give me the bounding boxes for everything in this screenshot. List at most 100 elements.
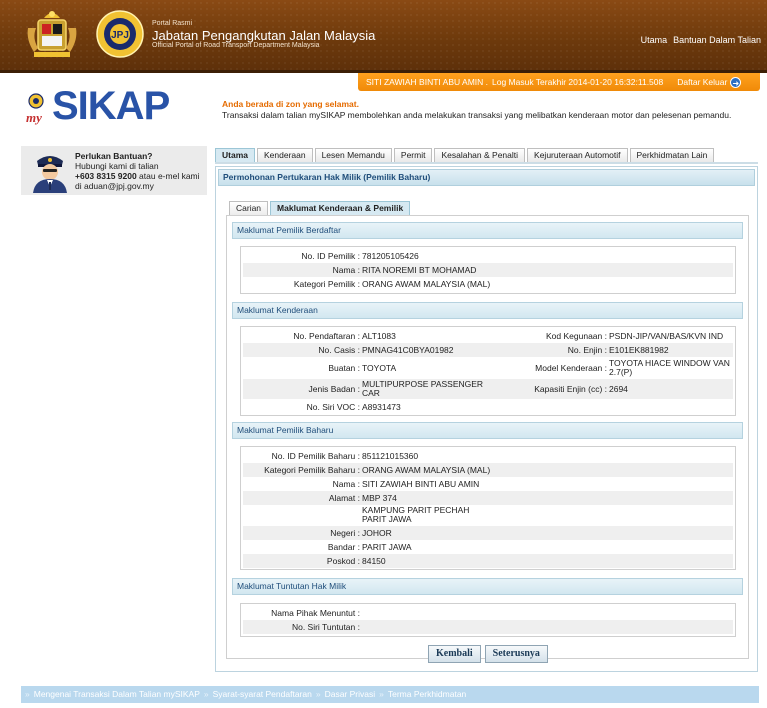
field-value: PARIT JAWA xyxy=(362,542,412,552)
field-label: Negeri : xyxy=(330,528,360,538)
nav-utama-link[interactable]: Utama xyxy=(641,35,668,45)
section-header-pemilik-baharu: Maklumat Pemilik Baharu xyxy=(232,422,743,439)
field-label: No. ID Pemilik Baharu : xyxy=(271,451,360,461)
logout-button[interactable]: Daftar Keluar ➜ xyxy=(677,76,742,88)
action-buttons: Kembali Seterusnya xyxy=(428,645,548,663)
mysikap-logo[interactable]: my SIKAP xyxy=(22,84,197,134)
help-line1: Hubungi kami di talian xyxy=(75,161,159,171)
field-value: SITI ZAWIAH BINTI ABU AMIN xyxy=(362,479,480,489)
field-label: Poskod : xyxy=(326,556,360,566)
sub-tabs: Carian Maklumat Kenderaan & Pemilik xyxy=(229,201,412,215)
field-label: No. Siri Tuntutan : xyxy=(291,622,360,632)
nav-bantuan-link[interactable]: Bantuan Dalam Talian xyxy=(673,35,761,45)
portal-title: Jabatan Pengangkutan Jalan Malaysia xyxy=(152,28,376,43)
last-login-text: Log Masuk Terakhir 2014-01-20 16:32:11.5… xyxy=(492,77,664,87)
field-label: No. Pendaftaran : xyxy=(293,331,360,341)
logout-label: Daftar Keluar xyxy=(677,77,728,87)
help-title: Perlukan Bantuan? xyxy=(75,151,153,161)
info-row: No. Pendaftaran : ALT1083 Kod Kegunaan :… xyxy=(243,329,733,343)
info-row: Poskod : 84150 xyxy=(243,554,733,568)
next-button[interactable]: Seterusnya xyxy=(484,645,548,663)
field-label: No. Siri VOC : xyxy=(306,402,360,412)
site-header: JPJ Portal Rasmi Jabatan Pengangkutan Ja… xyxy=(0,0,767,70)
info-row: No. ID Pemilik Baharu : 851121015360 xyxy=(243,449,733,463)
tab-utama[interactable]: Utama xyxy=(215,148,255,162)
footer-link-privasi[interactable]: Dasar Privasi xyxy=(325,686,376,703)
section-body-pemilik-berdaftar: No. ID Pemilik : 781205105426 Nama : RIT… xyxy=(240,246,736,294)
help-phone: +603 8315 9200 xyxy=(75,171,137,181)
field-value: MULTIPURPOSE PASSENGER CAR xyxy=(362,379,484,398)
field-value: 2694 xyxy=(609,384,628,394)
field-label: Nama : xyxy=(332,265,360,275)
info-row: Kategori Pemilik : ORANG AWAM MALAYSIA (… xyxy=(243,277,733,291)
tab-kenderaan[interactable]: Kenderaan xyxy=(256,148,313,162)
info-row: KAMPUNG PARIT PECHAH PARIT JAWA xyxy=(243,505,733,525)
field-label: Nama : xyxy=(332,479,360,489)
svg-text:JPJ: JPJ xyxy=(111,30,129,41)
info-row: Nama : RITA NOREMI BT MOHAMAD xyxy=(243,263,733,277)
section-body-pemilik-baharu: No. ID Pemilik Baharu : 851121015360 Kat… xyxy=(240,446,736,570)
subtab-maklumat-kenderaan-pemilik[interactable]: Maklumat Kenderaan & Pemilik xyxy=(270,201,411,215)
login-bar: SITI ZAWIAH BINTI ABU AMIN . Log Masuk T… xyxy=(358,73,760,91)
help-text: Perlukan Bantuan? Hubungi kami di talian… xyxy=(75,151,200,191)
field-value: RITA NOREMI BT MOHAMAD xyxy=(362,265,477,275)
field-value: 851121015360 xyxy=(362,451,419,461)
bullet-icon: » xyxy=(315,689,321,699)
field-label: Model Kenderaan : xyxy=(535,363,607,373)
field-label: No. Casis : xyxy=(318,345,360,355)
field-value: PSDN-JIP/VAN/BAS/KVN IND xyxy=(609,331,724,341)
field-label: Kod Kegunaan : xyxy=(546,331,607,341)
main-panel: Permohonan Pertukaran Hak Milik (Pemilik… xyxy=(215,166,758,672)
portal-subtitle: Official Portal of Road Transport Depart… xyxy=(152,42,320,49)
field-value: PMNAG41C0BYA01982 xyxy=(362,345,454,355)
user-name: SITI ZAWIAH BINTI ABU AMIN . xyxy=(366,77,489,87)
tab-kejuruteraan-automotif[interactable]: Kejuruteraan Automotif xyxy=(527,148,628,162)
field-value: 84150 xyxy=(362,556,386,566)
field-label: No. ID Pemilik : xyxy=(301,251,360,261)
footer-link-terma[interactable]: Terma Perkhidmatan xyxy=(388,686,466,703)
footer-links: » Mengenai Transaksi Dalam Talian mySIKA… xyxy=(21,686,759,703)
section-body-kenderaan: No. Pendaftaran : ALT1083 Kod Kegunaan :… xyxy=(240,326,736,416)
tab-perkhidmatan-lain[interactable]: Perkhidmatan Lain xyxy=(629,148,715,162)
jpj-badge-icon xyxy=(28,93,44,109)
top-nav: Utama Bantuan Dalam Talian xyxy=(641,35,761,45)
main-tabs: Utama Kenderaan Lesen Memandu Permit Kes… xyxy=(215,148,716,162)
info-row: Nama : SITI ZAWIAH BINTI ABU AMIN xyxy=(243,477,733,491)
footer-link-syarat[interactable]: Syarat-syarat Pendaftaran xyxy=(213,686,312,703)
field-label: No. Enjin : xyxy=(567,345,607,355)
section-body-tuntutan: Nama Pihak Menuntut : No. Siri Tuntutan … xyxy=(240,603,736,637)
info-row: No. Siri Tuntutan : xyxy=(243,620,733,634)
subtab-carian[interactable]: Carian xyxy=(229,201,269,215)
help-email: di aduan@jpj.gov.my xyxy=(75,181,154,191)
field-label: Bandar : xyxy=(327,542,360,552)
portal-small-label: Portal Rasmi xyxy=(152,20,193,27)
info-row: Alamat : MBP 374 xyxy=(243,491,733,505)
tab-permit[interactable]: Permit xyxy=(393,148,433,162)
arrow-right-circle-icon: ➜ xyxy=(730,76,742,88)
tab-underline xyxy=(215,162,758,164)
field-value: 781205105426 xyxy=(362,251,419,261)
section-header-pemilik-berdaftar: Maklumat Pemilik Berdaftar xyxy=(232,222,743,239)
bullet-icon: » xyxy=(203,689,209,699)
field-label: Nama Pihak Menuntut : xyxy=(271,608,360,618)
field-value: TOYOTA xyxy=(362,363,397,373)
safe-zone-notice: Anda berada di zon yang selamat. xyxy=(222,99,359,109)
info-row: No. ID Pemilik : 781205105426 xyxy=(243,249,733,263)
field-value: KAMPUNG PARIT PECHAH PARIT JAWA xyxy=(362,505,470,524)
field-value: ORANG AWAM MALAYSIA (MAL) xyxy=(362,465,491,475)
back-button[interactable]: Kembali xyxy=(428,645,481,663)
logo-sikap: SIKAP xyxy=(52,84,170,128)
info-row: No. Siri VOC : A8931473 xyxy=(243,400,733,414)
logo-my: my xyxy=(26,110,42,125)
field-value: ORANG AWAM MALAYSIA (MAL) xyxy=(362,279,491,289)
tab-lesen-memandu[interactable]: Lesen Memandu xyxy=(314,148,392,162)
info-row: Jenis Badan : MULTIPURPOSE PASSENGER CAR… xyxy=(243,379,733,399)
tab-kesalahan-penalti[interactable]: Kesalahan & Penalti xyxy=(434,148,526,162)
footer-link-mengenai[interactable]: Mengenai Transaksi Dalam Talian mySIKAP xyxy=(34,686,200,703)
field-value: ALT1083 xyxy=(362,331,396,341)
details-container: Maklumat Pemilik Berdaftar No. ID Pemili… xyxy=(226,215,749,659)
field-value: TOYOTA HIACE WINDOW VAN 2.7(P) xyxy=(609,358,730,377)
transaction-description: Transaksi dalam talian mySIKAP membolehk… xyxy=(222,110,732,120)
info-row: No. Casis : PMNAG41C0BYA01982 No. Enjin … xyxy=(243,343,733,357)
section-header-kenderaan: Maklumat Kenderaan xyxy=(232,302,743,319)
